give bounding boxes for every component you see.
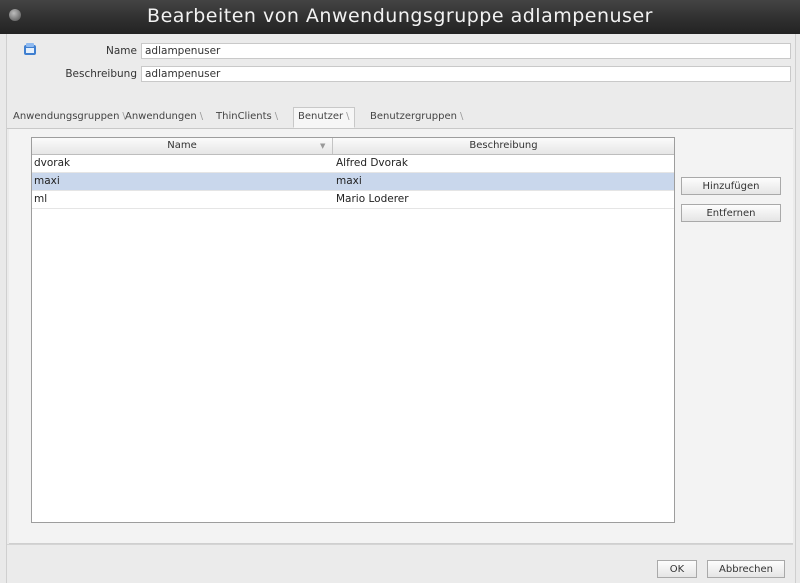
tab-benutzergruppen[interactable]: Benutzergruppen \	[366, 108, 467, 126]
dialog-body: Name adlampenuser Beschreibung adlampenu…	[6, 34, 796, 583]
table-header: Name ▼ Beschreibung	[32, 138, 674, 155]
users-table[interactable]: Name ▼ Beschreibung dvorak Alfred Dvorak…	[31, 137, 675, 523]
cell-description: maxi	[336, 175, 362, 187]
window-title: Bearbeiten von Anwendungsgruppe adlampen…	[147, 5, 653, 27]
tab-thinclients[interactable]: ThinClients \	[212, 108, 282, 126]
name-label: Name	[106, 45, 137, 57]
tab-anwendungen[interactable]: Anwendungen \	[121, 108, 207, 126]
tab-bar: Anwendungsgruppen \ Anwendungen \ ThinClie…	[7, 104, 793, 129]
column-header-description[interactable]: Beschreibung	[333, 138, 674, 154]
remove-button[interactable]: Entfernen	[681, 204, 781, 222]
title-bar: Bearbeiten von Anwendungsgruppe adlampen…	[0, 0, 800, 34]
column-header-name[interactable]: Name	[32, 138, 333, 154]
sort-arrow-icon: ▼	[320, 142, 326, 150]
cell-description: Mario Loderer	[336, 193, 409, 205]
footer-divider	[7, 544, 793, 545]
name-field[interactable]: adlampenuser	[141, 43, 791, 59]
ok-button[interactable]: OK	[657, 560, 697, 578]
tab-panel-benutzer: Name ▼ Beschreibung dvorak Alfred Dvorak…	[9, 129, 793, 544]
tab-anwendungsgruppen[interactable]: Anwendungsgruppen \	[9, 108, 130, 126]
application-group-icon	[24, 43, 36, 55]
cell-description: Alfred Dvorak	[336, 157, 408, 169]
cell-name: dvorak	[34, 157, 71, 169]
tab-benutzer[interactable]: Benutzer \	[293, 107, 355, 128]
cancel-button[interactable]: Abbrechen	[707, 560, 785, 578]
description-field[interactable]: adlampenuser	[141, 66, 791, 82]
add-button[interactable]: Hinzufügen	[681, 177, 781, 195]
description-label: Beschreibung	[65, 68, 137, 80]
table-row-selected[interactable]: maxi maxi	[32, 173, 674, 191]
cell-name: maxi	[34, 175, 60, 187]
cell-name: ml	[34, 193, 48, 205]
table-row[interactable]: dvorak Alfred Dvorak	[32, 155, 674, 173]
table-row[interactable]: ml Mario Loderer	[32, 191, 674, 209]
